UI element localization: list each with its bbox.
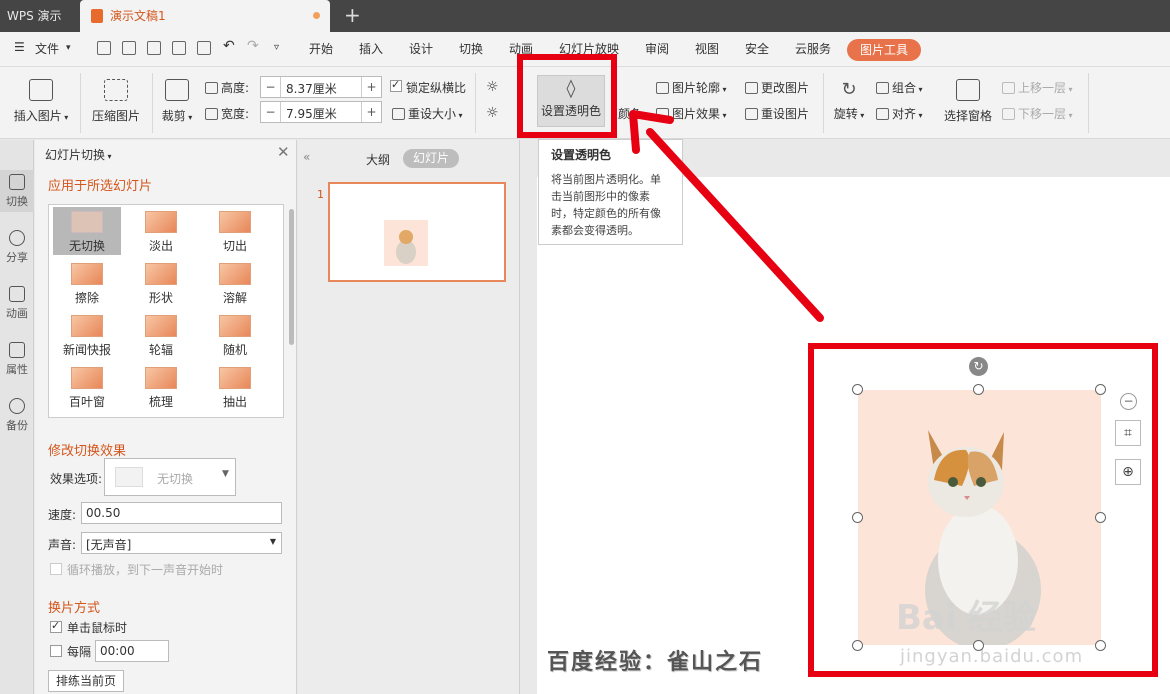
annotation-arrow	[629, 110, 824, 322]
